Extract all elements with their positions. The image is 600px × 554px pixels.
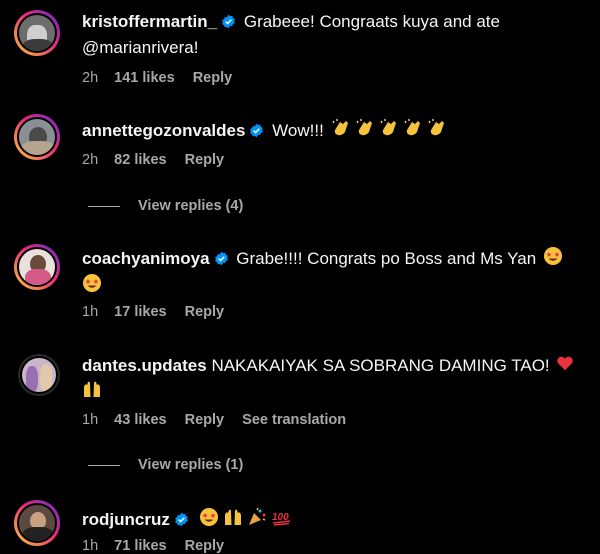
comment-meta: 1h 17 likes Reply (82, 304, 238, 320)
username[interactable]: rodjuncruz (82, 510, 170, 529)
timestamp: 1h (82, 304, 99, 320)
raising-hands-emoji (223, 507, 243, 534)
comment-meta: 1h 43 likes Reply See translation (82, 412, 360, 428)
reply-button[interactable]: Reply (185, 412, 225, 428)
likes-count[interactable]: 17 likes (114, 304, 166, 320)
view-replies-label[interactable]: View replies (4) (138, 198, 243, 214)
see-translation-button[interactable]: See translation (242, 412, 346, 428)
red-heart-emoji (556, 354, 574, 379)
timestamp: 1h (82, 412, 99, 428)
verified-badge-icon (174, 510, 189, 534)
view-replies-label[interactable]: View replies (1) (138, 457, 243, 473)
comment-body: coachyanimoya Grabe!!!! Congrats po Boss… (82, 246, 580, 300)
star-struck-emoji (543, 246, 563, 273)
party-popper-emoji (247, 507, 267, 534)
reply-button[interactable]: Reply (185, 304, 225, 320)
comment-meta: 2h 141 likes Reply (82, 70, 246, 86)
star-struck-emoji (199, 507, 219, 534)
view-replies-button[interactable]: View replies (4) (88, 198, 243, 214)
avatar[interactable] (14, 10, 60, 56)
comment-text: Grabe!!!! Congrats po Boss and Ms Yan (236, 248, 537, 268)
likes-count[interactable]: 43 likes (114, 412, 166, 428)
hundred-points-emoji: 100 (271, 507, 293, 534)
username[interactable]: dantes.updates (82, 356, 207, 375)
comment-body: rodjuncruz 100 (82, 507, 580, 534)
verified-badge-icon (249, 121, 264, 145)
timestamp: 2h (82, 70, 99, 86)
comment-body: annettegozonvaldes Wow!!! (82, 118, 580, 145)
likes-count[interactable]: 82 likes (114, 152, 166, 168)
raising-hands-emoji (82, 379, 102, 406)
comment-body: kristoffermartin_ Grabeee! Congraats kuy… (82, 10, 580, 60)
star-struck-emoji (82, 273, 102, 300)
divider (88, 464, 120, 466)
verified-badge-icon (214, 249, 229, 273)
likes-count[interactable]: 71 likes (114, 538, 166, 554)
comment-meta: 1h 71 likes Reply (82, 538, 238, 554)
comment-meta: 2h 82 likes Reply (82, 152, 238, 168)
divider (88, 205, 120, 207)
comment-text: Wow!!! (272, 120, 324, 140)
avatar[interactable] (18, 354, 60, 396)
username[interactable]: annettegozonvaldes (82, 121, 245, 140)
reply-button[interactable]: Reply (185, 538, 225, 554)
clapping-hands-emoji (329, 119, 449, 140)
view-replies-button[interactable]: View replies (1) (88, 457, 243, 473)
username[interactable]: coachyanimoya (82, 249, 210, 268)
avatar[interactable] (14, 114, 60, 160)
timestamp: 2h (82, 152, 99, 168)
reply-button[interactable]: Reply (193, 70, 233, 86)
verified-badge-icon (221, 12, 236, 36)
timestamp: 1h (82, 538, 99, 554)
likes-count[interactable]: 141 likes (114, 70, 174, 86)
avatar[interactable] (14, 500, 60, 546)
avatar[interactable] (14, 244, 60, 290)
reply-button[interactable]: Reply (185, 152, 225, 168)
username[interactable]: kristoffermartin_ (82, 12, 217, 31)
comment-body: dantes.updates NAKAKAIYAK SA SOBRANG DAM… (82, 354, 580, 406)
comment-text: NAKAKAIYAK SA SOBRANG DAMING TAO! (211, 356, 550, 375)
